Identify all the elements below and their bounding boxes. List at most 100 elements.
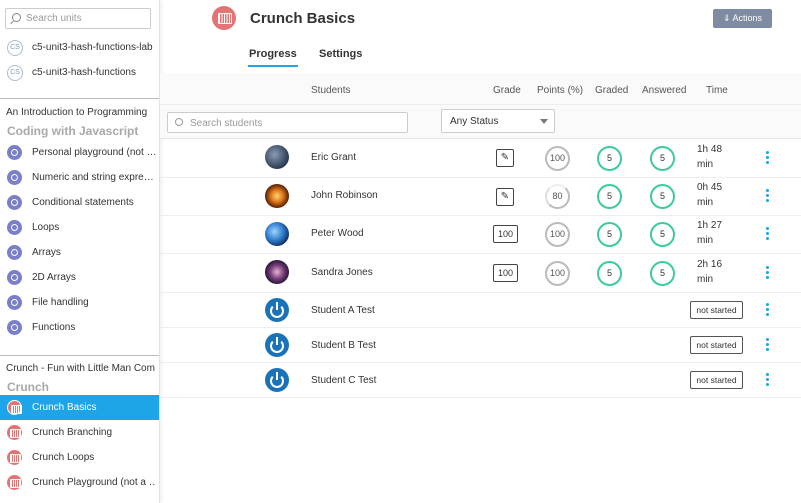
- lesson-icon: [7, 295, 22, 310]
- power-icon: [265, 333, 289, 357]
- col-answered[interactable]: Answered: [642, 85, 686, 96]
- power-icon: [265, 298, 289, 322]
- lesson-label: Numeric and string expre…: [32, 172, 154, 183]
- table-row[interactable]: Peter Wood 100 100 5 5 1h 27 min: [160, 216, 801, 254]
- lesson-item[interactable]: Loops: [0, 215, 159, 240]
- time-spent: 0h 45 min: [697, 180, 742, 210]
- lesson-icon: [7, 270, 22, 285]
- table-row[interactable]: John Robinson ✎ 80 5 5 0h 45 min: [160, 178, 801, 216]
- lesson-icon: [7, 320, 22, 335]
- unit-item[interactable]: CS c5-unit3-hash-functions-lab: [0, 35, 159, 60]
- tab-settings[interactable]: Settings: [319, 48, 362, 60]
- student-name[interactable]: Sandra Jones: [311, 267, 373, 278]
- grade-value[interactable]: 100: [493, 225, 518, 243]
- more-icon[interactable]: [766, 227, 770, 241]
- cs-badge-icon: CS: [7, 65, 23, 81]
- more-icon[interactable]: [766, 303, 770, 317]
- more-icon[interactable]: [766, 338, 770, 352]
- answered-ring: 5: [650, 184, 675, 209]
- student-search-input[interactable]: [190, 116, 400, 130]
- time-hours: 1h 48: [697, 144, 723, 155]
- unit-item-label: c5-unit3-hash-functions: [32, 67, 136, 78]
- crunch-item-loops[interactable]: Crunch Loops: [0, 445, 159, 470]
- crunch-icon: [7, 475, 22, 490]
- more-icon[interactable]: [766, 189, 770, 203]
- points-ring: 100: [545, 261, 570, 286]
- time-unit: min: [697, 197, 714, 208]
- section-divider: [0, 98, 159, 99]
- filter-bar: Any Status: [160, 105, 801, 139]
- col-students[interactable]: Students: [311, 85, 350, 96]
- col-grade[interactable]: Grade: [493, 85, 521, 96]
- time-hours: 0h 45: [697, 182, 723, 193]
- grade-value[interactable]: 100: [493, 264, 518, 282]
- graded-ring: 5: [597, 261, 622, 286]
- crunch-item-branching[interactable]: Crunch Branching: [0, 420, 159, 445]
- section-title: Crunch - Fun with Little Man Com: [6, 363, 155, 374]
- lesson-item[interactable]: 2D Arrays: [0, 265, 159, 290]
- avatar: [265, 184, 289, 208]
- crunch-icon: [7, 450, 22, 465]
- unit-search-box[interactable]: [5, 8, 151, 29]
- answered-ring: 5: [650, 261, 675, 286]
- student-name[interactable]: Student B Test: [311, 340, 376, 351]
- unit-search-input[interactable]: [26, 11, 146, 26]
- table-row[interactable]: Eric Grant ✎ 100 5 5 1h 48 min: [160, 139, 801, 178]
- lesson-item[interactable]: Functions: [0, 315, 159, 340]
- time-unit: min: [697, 274, 714, 285]
- table-row[interactable]: Student C Test not started: [160, 363, 801, 398]
- status-filter-select[interactable]: Any Status: [441, 109, 555, 133]
- page-title: Crunch Basics: [250, 10, 356, 27]
- table-header: Students Grade Points (%) Graded Answere…: [160, 73, 801, 105]
- edit-grade-icon[interactable]: ✎: [496, 188, 514, 206]
- col-points[interactable]: Points (%): [537, 85, 583, 96]
- student-name[interactable]: Eric Grant: [311, 152, 356, 163]
- points-ring: 80: [545, 184, 570, 209]
- more-icon[interactable]: [766, 266, 770, 280]
- edit-grade-icon[interactable]: ✎: [496, 149, 514, 167]
- crunch-item-playground[interactable]: Crunch Playground (not a …: [0, 470, 159, 495]
- time-spent: 1h 48 min: [697, 142, 742, 172]
- time-spent: 2h 16 min: [697, 257, 742, 287]
- table-row[interactable]: Student B Test not started: [160, 328, 801, 363]
- lesson-label: Personal playground (not …: [32, 147, 156, 158]
- student-name[interactable]: John Robinson: [311, 190, 378, 201]
- lesson-item[interactable]: Personal playground (not …: [0, 140, 159, 165]
- tab-progress[interactable]: Progress: [248, 48, 298, 67]
- time-hours: 1h 27: [697, 220, 723, 231]
- more-icon[interactable]: [766, 373, 770, 387]
- crunch-icon: [212, 6, 236, 30]
- lesson-label: Loops: [32, 222, 60, 233]
- lesson-item[interactable]: Numeric and string expre…: [0, 165, 159, 190]
- student-name[interactable]: Student C Test: [311, 375, 376, 386]
- status-badge: not started: [690, 301, 743, 319]
- section-subtitle: Crunch: [7, 380, 49, 394]
- col-graded[interactable]: Graded: [595, 85, 628, 96]
- lesson-label: 2D Arrays: [32, 272, 76, 283]
- lesson-item[interactable]: Conditional statements: [0, 190, 159, 215]
- crunch-icon: [7, 425, 22, 440]
- graded-ring: 5: [597, 184, 622, 209]
- more-icon[interactable]: [766, 151, 770, 165]
- avatar: [265, 145, 289, 169]
- student-name[interactable]: Student A Test: [311, 305, 375, 316]
- table-row[interactable]: Student A Test not started: [160, 293, 801, 328]
- crunch-item-basics[interactable]: Crunch Basics: [0, 395, 159, 420]
- student-name[interactable]: Peter Wood: [311, 228, 364, 239]
- unit-item[interactable]: CS c5-unit3-hash-functions: [0, 60, 159, 85]
- lesson-label: Conditional statements: [32, 197, 134, 208]
- points-ring: 100: [545, 222, 570, 247]
- lesson-label: Functions: [32, 322, 76, 333]
- lesson-item[interactable]: Arrays: [0, 240, 159, 265]
- main-panel: Crunch Basics ⇓ Actions Progress Setting…: [160, 0, 801, 503]
- actions-button[interactable]: ⇓ Actions: [713, 9, 772, 28]
- crunch-item-label: Crunch Basics: [32, 402, 97, 413]
- crunch-item-label: Crunch Branching: [32, 427, 113, 438]
- search-icon: [12, 13, 21, 22]
- lesson-icon: [7, 170, 22, 185]
- answered-ring: 5: [650, 222, 675, 247]
- student-search-box[interactable]: [167, 112, 408, 133]
- col-time[interactable]: Time: [706, 85, 728, 96]
- lesson-item[interactable]: File handling: [0, 290, 159, 315]
- table-row[interactable]: Sandra Jones 100 100 5 5 2h 16 min: [160, 254, 801, 293]
